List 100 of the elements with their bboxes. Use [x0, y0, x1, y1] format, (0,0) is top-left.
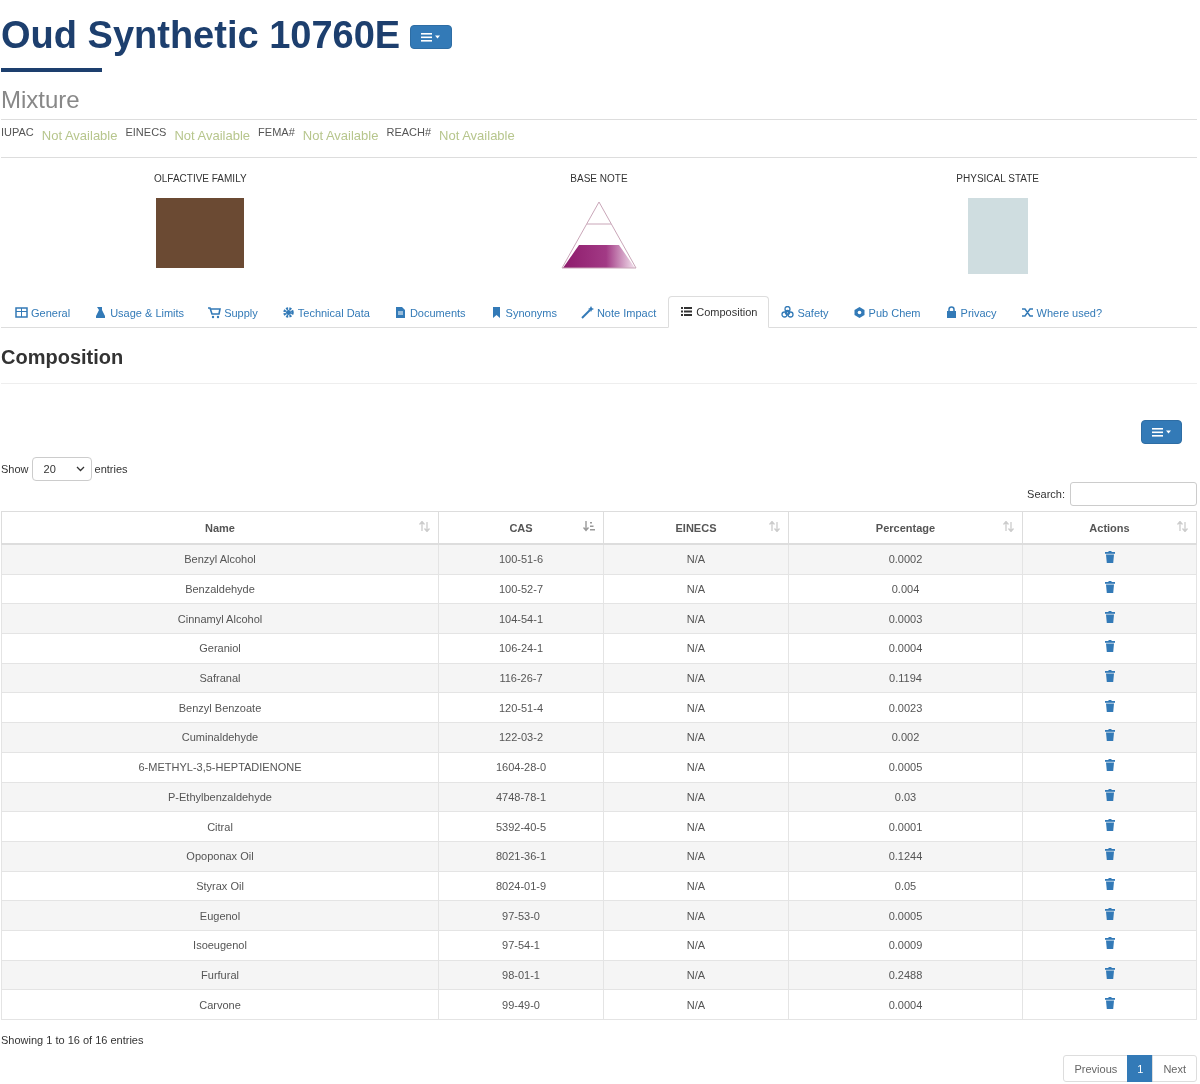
- pagination-button[interactable]: 1: [1127, 1055, 1154, 1082]
- table-cell: 116-26-7: [438, 663, 604, 693]
- delete-button[interactable]: [1104, 670, 1115, 683]
- table-cell: N/A: [603, 871, 789, 901]
- table-cell: N/A: [603, 841, 789, 872]
- pagination-button[interactable]: Next: [1152, 1055, 1197, 1082]
- delete-button[interactable]: [1104, 848, 1115, 861]
- trash-icon: [1104, 818, 1115, 831]
- table-cell: Citral: [1, 811, 439, 842]
- delete-button[interactable]: [1104, 877, 1115, 890]
- table-cell: 0.0002: [788, 544, 1023, 575]
- table-cell: Styrax Oil: [1, 871, 439, 901]
- column-header[interactable]: EINECS: [603, 511, 789, 544]
- subtitle: Mixture: [1, 86, 1197, 120]
- trash-icon: [1104, 788, 1115, 801]
- table-cell: 0.03: [788, 782, 1023, 812]
- table-cell: N/A: [603, 782, 789, 812]
- tab[interactable]: Supply: [196, 297, 270, 328]
- delete-button[interactable]: [1104, 581, 1115, 594]
- menu-dropdown-button[interactable]: [410, 25, 453, 49]
- entries-select[interactable]: 20: [31, 457, 92, 481]
- cart-icon: [208, 306, 222, 319]
- table-cell: 100-51-6: [438, 544, 604, 575]
- lock-icon: [944, 306, 958, 319]
- trash-icon: [1104, 670, 1115, 683]
- column-header[interactable]: CAS: [438, 511, 604, 544]
- tab[interactable]: Synonyms: [477, 297, 569, 328]
- delete-button[interactable]: [1104, 788, 1115, 801]
- trash-icon: [1104, 937, 1115, 950]
- menu-caret-icon: [1151, 427, 1172, 437]
- table-cell: N/A: [603, 722, 789, 753]
- column-header[interactable]: Percentage: [788, 511, 1023, 544]
- flask-icon: [94, 306, 108, 319]
- table-cell: 97-53-0: [438, 900, 604, 931]
- table-cell: N/A: [603, 900, 789, 931]
- delete-button[interactable]: [1104, 729, 1115, 742]
- table-cell: 120-51-4: [438, 692, 604, 723]
- tab[interactable]: Privacy: [932, 297, 1009, 328]
- table-cell: N/A: [603, 989, 789, 1020]
- table-cell: N/A: [603, 692, 789, 723]
- tab[interactable]: Composition: [668, 296, 770, 328]
- pagination-button[interactable]: Previous: [1063, 1055, 1129, 1082]
- column-header[interactable]: Actions: [1022, 511, 1197, 544]
- table-cell: Geraniol: [1, 633, 439, 664]
- delete-button[interactable]: [1104, 699, 1115, 712]
- table-cell: 0.0004: [788, 989, 1023, 1020]
- list-icon: [680, 305, 694, 318]
- tab[interactable]: Safety: [769, 297, 841, 328]
- table-cell: Eugenol: [1, 900, 439, 931]
- table-cell: 104-54-1: [438, 603, 604, 634]
- delete-button[interactable]: [1104, 907, 1115, 920]
- tab[interactable]: Usage & Limits: [82, 297, 197, 328]
- delete-button[interactable]: [1104, 610, 1115, 623]
- table-cell: 8024-01-9: [438, 871, 604, 901]
- table-cell: N/A: [603, 633, 789, 664]
- table-cell: 0.0009: [788, 930, 1023, 961]
- table-cell: N/A: [603, 574, 789, 604]
- trash-icon: [1104, 610, 1115, 623]
- document-icon: [393, 306, 407, 319]
- table-cell: 6-METHYL-3,5-HEPTADIENONE: [1, 752, 439, 782]
- delete-button[interactable]: [1104, 996, 1115, 1009]
- tab[interactable]: General: [3, 297, 83, 328]
- section-title: Composition: [1, 346, 125, 370]
- column-header[interactable]: Name: [1, 511, 439, 544]
- trash-icon: [1104, 581, 1115, 594]
- tab[interactable]: Documents: [381, 297, 478, 328]
- delete-button[interactable]: [1104, 551, 1115, 564]
- table-cell: 0.0004: [788, 633, 1023, 664]
- table-cell: 100-52-7: [438, 574, 604, 604]
- identifier-label: IUPAC: [1, 126, 34, 138]
- table-cell: 0.002: [788, 722, 1023, 753]
- table-cell: 0.05: [788, 871, 1023, 901]
- gear-icon: [281, 306, 295, 319]
- delete-button[interactable]: [1104, 937, 1115, 950]
- tab[interactable]: Technical Data: [269, 297, 382, 328]
- table-cell: 5392-40-5: [438, 811, 604, 842]
- table-cell: 122-03-2: [438, 722, 604, 753]
- table-cell: 106-24-1: [438, 633, 604, 664]
- tab[interactable]: Note Impact: [568, 297, 669, 328]
- delete-button[interactable]: [1104, 640, 1115, 653]
- tab[interactable]: Pub Chem: [840, 297, 933, 328]
- table-cell: N/A: [603, 603, 789, 634]
- table-cell: Benzaldehyde: [1, 574, 439, 604]
- table-cell: Benzyl Benzoate: [1, 692, 439, 723]
- delete-button[interactable]: [1104, 759, 1115, 772]
- search-field[interactable]: [1070, 482, 1197, 506]
- trash-icon: [1104, 729, 1115, 742]
- table-cell: Furfural: [1, 960, 439, 990]
- delete-button[interactable]: [1104, 966, 1115, 979]
- trash-icon: [1104, 759, 1115, 772]
- menu-dropdown-button[interactable]: [1141, 420, 1182, 444]
- table-cell: 0.2488: [788, 960, 1023, 990]
- tab[interactable]: Where used?: [1008, 297, 1115, 328]
- table-cell: N/A: [603, 811, 789, 842]
- table-cell: 99-49-0: [438, 989, 604, 1020]
- identifier-value: Not Available: [41, 128, 118, 143]
- table-cell: 0.0003: [788, 603, 1023, 634]
- delete-button[interactable]: [1104, 818, 1115, 831]
- table-cell: Safranal: [1, 663, 439, 693]
- table-cell: N/A: [603, 752, 789, 782]
